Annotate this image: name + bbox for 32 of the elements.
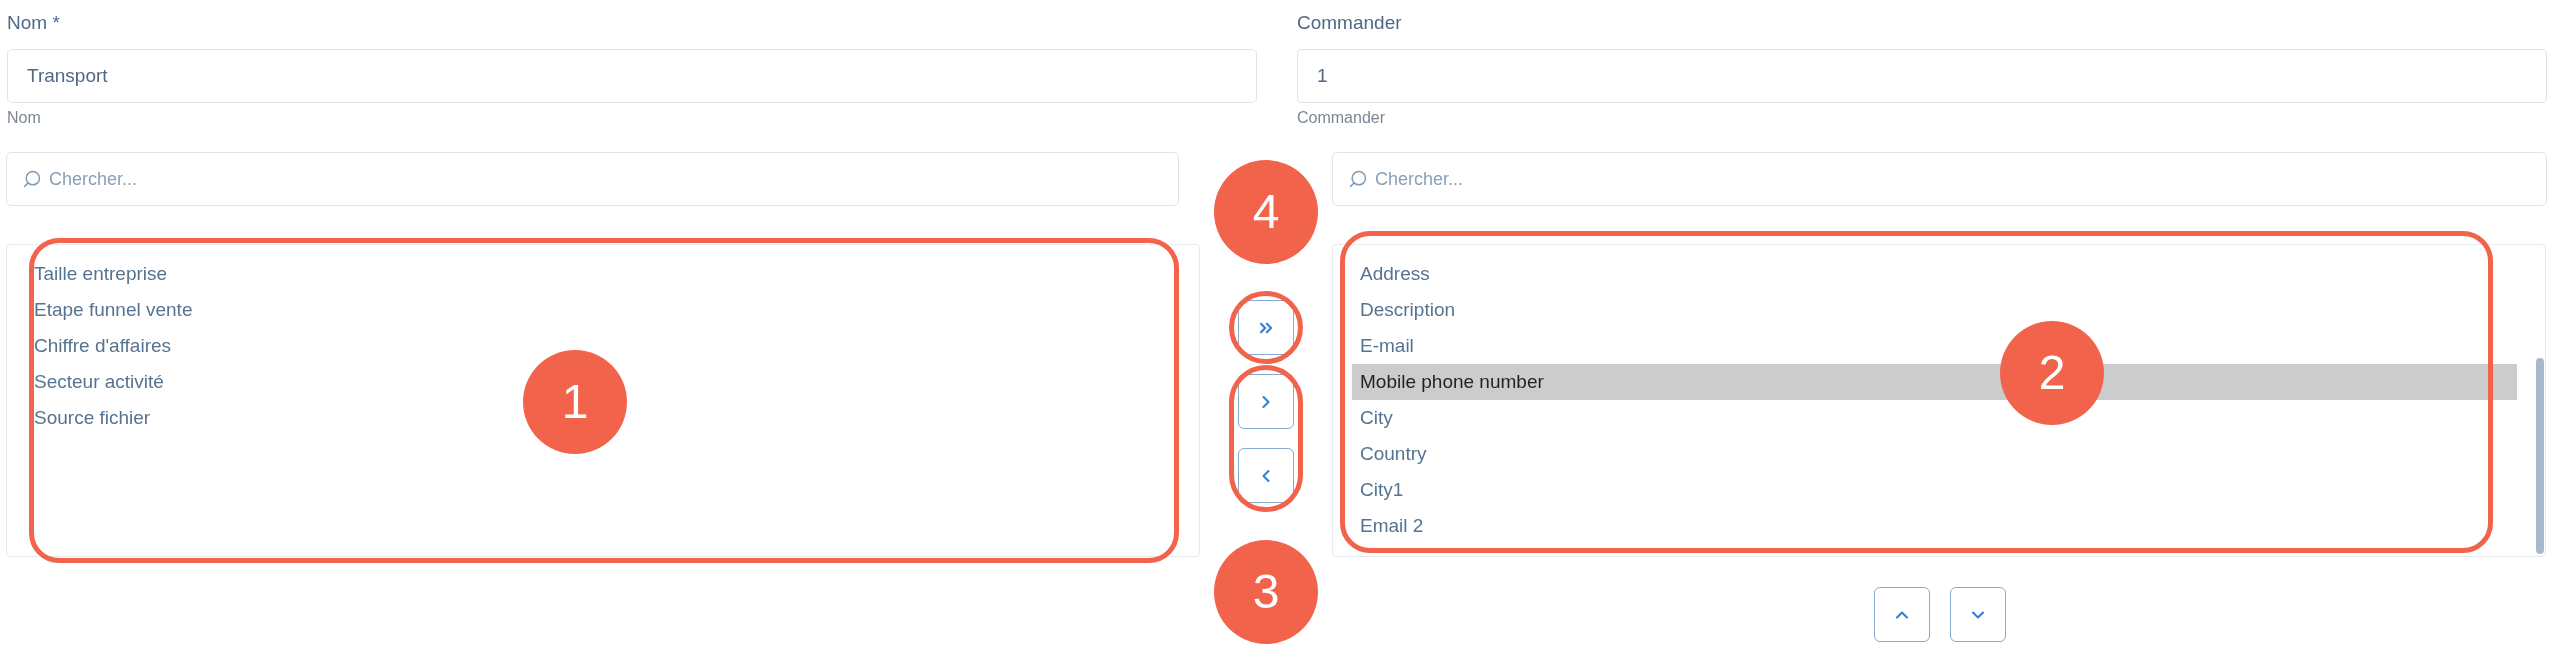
list-item[interactable]: Description	[1352, 292, 1464, 328]
field-label: Commander	[1297, 11, 1402, 35]
list-item[interactable]: Etape funnel vente	[26, 292, 201, 328]
list-item[interactable]: Source fichier	[26, 400, 159, 436]
list-item[interactable]: Secteur activité	[26, 364, 172, 400]
annotation-marker: 4	[1214, 160, 1318, 264]
search-field[interactable]: Chercher...	[1332, 152, 2547, 206]
move-down-button[interactable]	[1949, 587, 2006, 642]
list-item[interactable]: City	[1352, 400, 1401, 436]
text-input[interactable]: 1	[1297, 49, 2547, 103]
helper-text: Commander	[1297, 108, 1386, 128]
move-up-button[interactable]	[1873, 587, 1930, 642]
list-item[interactable]: Email 2	[1352, 508, 1432, 544]
list-item[interactable]: Chiffre d'affaires	[26, 328, 180, 364]
field-label: Nom *	[7, 11, 60, 35]
annotation-marker: 2	[2000, 321, 2104, 425]
scrollbar[interactable]	[2536, 358, 2544, 554]
list-item[interactable]: Country	[1352, 436, 1435, 472]
text-input[interactable]: Transport	[7, 49, 1257, 103]
search-field[interactable]: Chercher...	[6, 152, 1179, 206]
search-icon	[1348, 169, 1368, 189]
list-item[interactable]: E-mail	[1352, 328, 1422, 364]
move-left-button[interactable]	[1238, 448, 1294, 503]
list-item[interactable]: City1	[1352, 472, 1412, 508]
move-all-right-button[interactable]	[1238, 300, 1294, 355]
list-item[interactable]: Taille entreprise	[26, 256, 176, 292]
move-right-button[interactable]	[1238, 374, 1294, 429]
annotation-marker: 3	[1214, 540, 1318, 644]
search-icon	[22, 169, 42, 189]
annotation-marker: 1	[523, 350, 627, 454]
list-item[interactable]: Address	[1352, 256, 1438, 292]
helper-text: Nom	[7, 108, 41, 128]
